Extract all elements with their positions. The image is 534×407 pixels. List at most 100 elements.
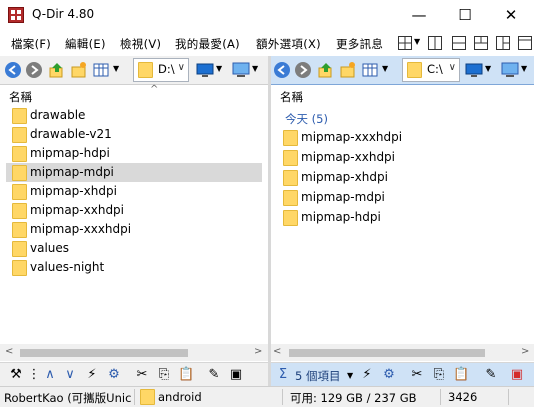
folder-icon [12, 165, 27, 181]
menu-bar: 檔案(F) 編輯(E) 檢視(V) 我的最愛(A) 額外選項(X) 更多訊息 ▼ [0, 30, 534, 56]
left-column-header[interactable]: ^ 名稱 [0, 84, 268, 105]
rename-icon[interactable]: ✎ [483, 367, 499, 383]
forward-icon[interactable] [294, 61, 312, 79]
list-item[interactable]: mipmap-hdpi [277, 208, 397, 227]
move-up-icon[interactable]: ∧ [42, 367, 58, 383]
move-down-icon[interactable]: ∨ [62, 367, 78, 383]
view-mode-dropdown-icon[interactable]: ▼ [382, 64, 388, 73]
list-item[interactable]: mipmap-xxxhdpi [6, 220, 262, 239]
list-item-selected[interactable]: mipmap-mdpi [6, 163, 262, 182]
computer-icon[interactable] [232, 61, 250, 79]
list-item[interactable]: mipmap-xxhdpi [277, 148, 397, 167]
scroll-right-icon[interactable]: > [254, 346, 262, 357]
rename-icon[interactable]: ✎ [206, 367, 222, 383]
menu-edit[interactable]: 編輯(E) [65, 36, 106, 52]
right-horizontal-scrollbar[interactable]: < > [271, 344, 534, 361]
list-item[interactable]: drawable-v21 [6, 125, 262, 144]
folder-icon [12, 127, 27, 143]
menu-more-info[interactable]: 更多訊息 [336, 36, 383, 52]
monitor-dropdown-icon[interactable]: ▼ [216, 64, 222, 73]
list-item[interactable]: mipmap-xxxhdpi [277, 128, 402, 147]
left-drive-label: D:\ [158, 62, 175, 76]
item-label: mipmap-xhdpi [301, 170, 388, 184]
menu-view[interactable]: 檢視(V) [120, 36, 161, 52]
right-column-header[interactable]: 名稱 [271, 85, 534, 105]
monitor-dropdown-icon[interactable]: ▼ [485, 64, 491, 73]
list-item[interactable]: drawable [6, 106, 262, 125]
delete-icon[interactable]: ▣ [228, 367, 244, 383]
properties-icon[interactable]: ⚙ [381, 367, 397, 383]
cut-icon[interactable]: ✂ [409, 367, 425, 383]
monitor-icon[interactable] [196, 61, 214, 79]
name-column-header[interactable]: 名稱 [280, 89, 303, 105]
minimize-button[interactable]: — [396, 0, 442, 30]
maximize-button[interactable]: ☐ [442, 0, 488, 30]
status-separator [282, 389, 283, 405]
lightning-icon[interactable]: ⚡ [84, 367, 100, 383]
layout-rows-icon[interactable] [452, 36, 466, 50]
properties-icon[interactable]: ⚙ [106, 367, 122, 383]
item-count-dropdown-icon[interactable]: ▼ [347, 371, 353, 380]
menu-extras[interactable]: 額外選項(X) [256, 36, 321, 52]
item-count-label[interactable]: 5 個項目 [295, 368, 340, 384]
list-item[interactable]: mipmap-xxhdpi [6, 201, 262, 220]
scroll-left-icon[interactable]: < [5, 346, 13, 357]
list-item[interactable]: mipmap-xhdpi [6, 182, 262, 201]
view-mode-dropdown-icon[interactable]: ▼ [113, 64, 119, 73]
computer-dropdown-icon[interactable]: ▼ [521, 64, 527, 73]
right-drive-select[interactable]: C:\ ∨ [402, 58, 460, 82]
back-icon[interactable] [273, 61, 291, 79]
list-item[interactable]: mipmap-xhdpi [277, 168, 397, 187]
folder-icon [12, 222, 27, 238]
q-dir-app-icon [8, 7, 24, 23]
list-item[interactable]: mipmap-hdpi [6, 144, 262, 163]
q-dir-window: Q-Dir 4.80 — ☐ ✕ 檔案(F) 編輯(E) 檢視(V) 我的最愛(… [0, 0, 534, 407]
folder-icon [12, 260, 27, 276]
scroll-thumb[interactable] [20, 349, 188, 357]
group-header-today[interactable]: 今天 (5) [285, 111, 328, 127]
new-folder-icon[interactable] [339, 61, 357, 79]
layout-quad-icon[interactable] [518, 36, 532, 50]
tools-icon[interactable]: ⚒ [8, 367, 24, 383]
item-label: mipmap-xxhdpi [30, 203, 125, 217]
up-folder-icon[interactable] [48, 61, 66, 79]
copy-icon[interactable]: ⎘ [156, 367, 172, 383]
scroll-right-icon[interactable]: > [521, 346, 529, 357]
forward-icon[interactable] [25, 61, 43, 79]
menu-favorites[interactable]: 我的最愛(A) [175, 36, 240, 52]
layout-split-icon[interactable] [496, 36, 510, 50]
left-horizontal-scrollbar[interactable]: < > [0, 344, 268, 361]
back-icon[interactable] [4, 61, 22, 79]
list-item[interactable]: values [6, 239, 262, 258]
columns-icon[interactable]: ⋮ [26, 367, 42, 383]
computer-icon[interactable] [501, 61, 519, 79]
delete-icon[interactable]: ▣ [509, 367, 525, 383]
monitor-icon[interactable] [465, 61, 483, 79]
new-folder-icon[interactable] [70, 61, 88, 79]
view-mode-icon[interactable] [92, 61, 110, 79]
cut-icon[interactable]: ✂ [134, 367, 150, 383]
name-column-header[interactable]: 名稱 [9, 89, 32, 105]
layout-dropdown-icon[interactable]: ▼ [414, 37, 420, 46]
paste-icon[interactable]: 📋 [178, 367, 194, 383]
scroll-left-icon[interactable]: < [273, 346, 281, 357]
computer-dropdown-icon[interactable]: ▼ [252, 64, 258, 73]
scroll-thumb[interactable] [289, 349, 485, 357]
layout-grid-icon[interactable] [398, 36, 412, 50]
close-button[interactable]: ✕ [488, 0, 534, 30]
lightning-icon[interactable]: ⚡ [359, 367, 375, 383]
sum-icon[interactable]: Σ [275, 367, 291, 383]
paste-icon[interactable]: 📋 [453, 367, 469, 383]
view-mode-icon[interactable] [361, 61, 379, 79]
list-item[interactable]: mipmap-mdpi [277, 188, 397, 207]
left-drive-select[interactable]: D:\ ∨ [133, 58, 189, 82]
menu-file[interactable]: 檔案(F) [11, 36, 51, 52]
layout-three-icon[interactable] [474, 36, 488, 50]
up-folder-icon[interactable] [317, 61, 335, 79]
chevron-down-icon: ∨ [177, 62, 185, 73]
layout-two-columns-icon[interactable] [428, 36, 442, 50]
folder-icon [283, 210, 298, 226]
list-item[interactable]: values-night [6, 258, 262, 277]
status-folder-icon [140, 389, 155, 405]
copy-icon[interactable]: ⎘ [431, 367, 447, 383]
